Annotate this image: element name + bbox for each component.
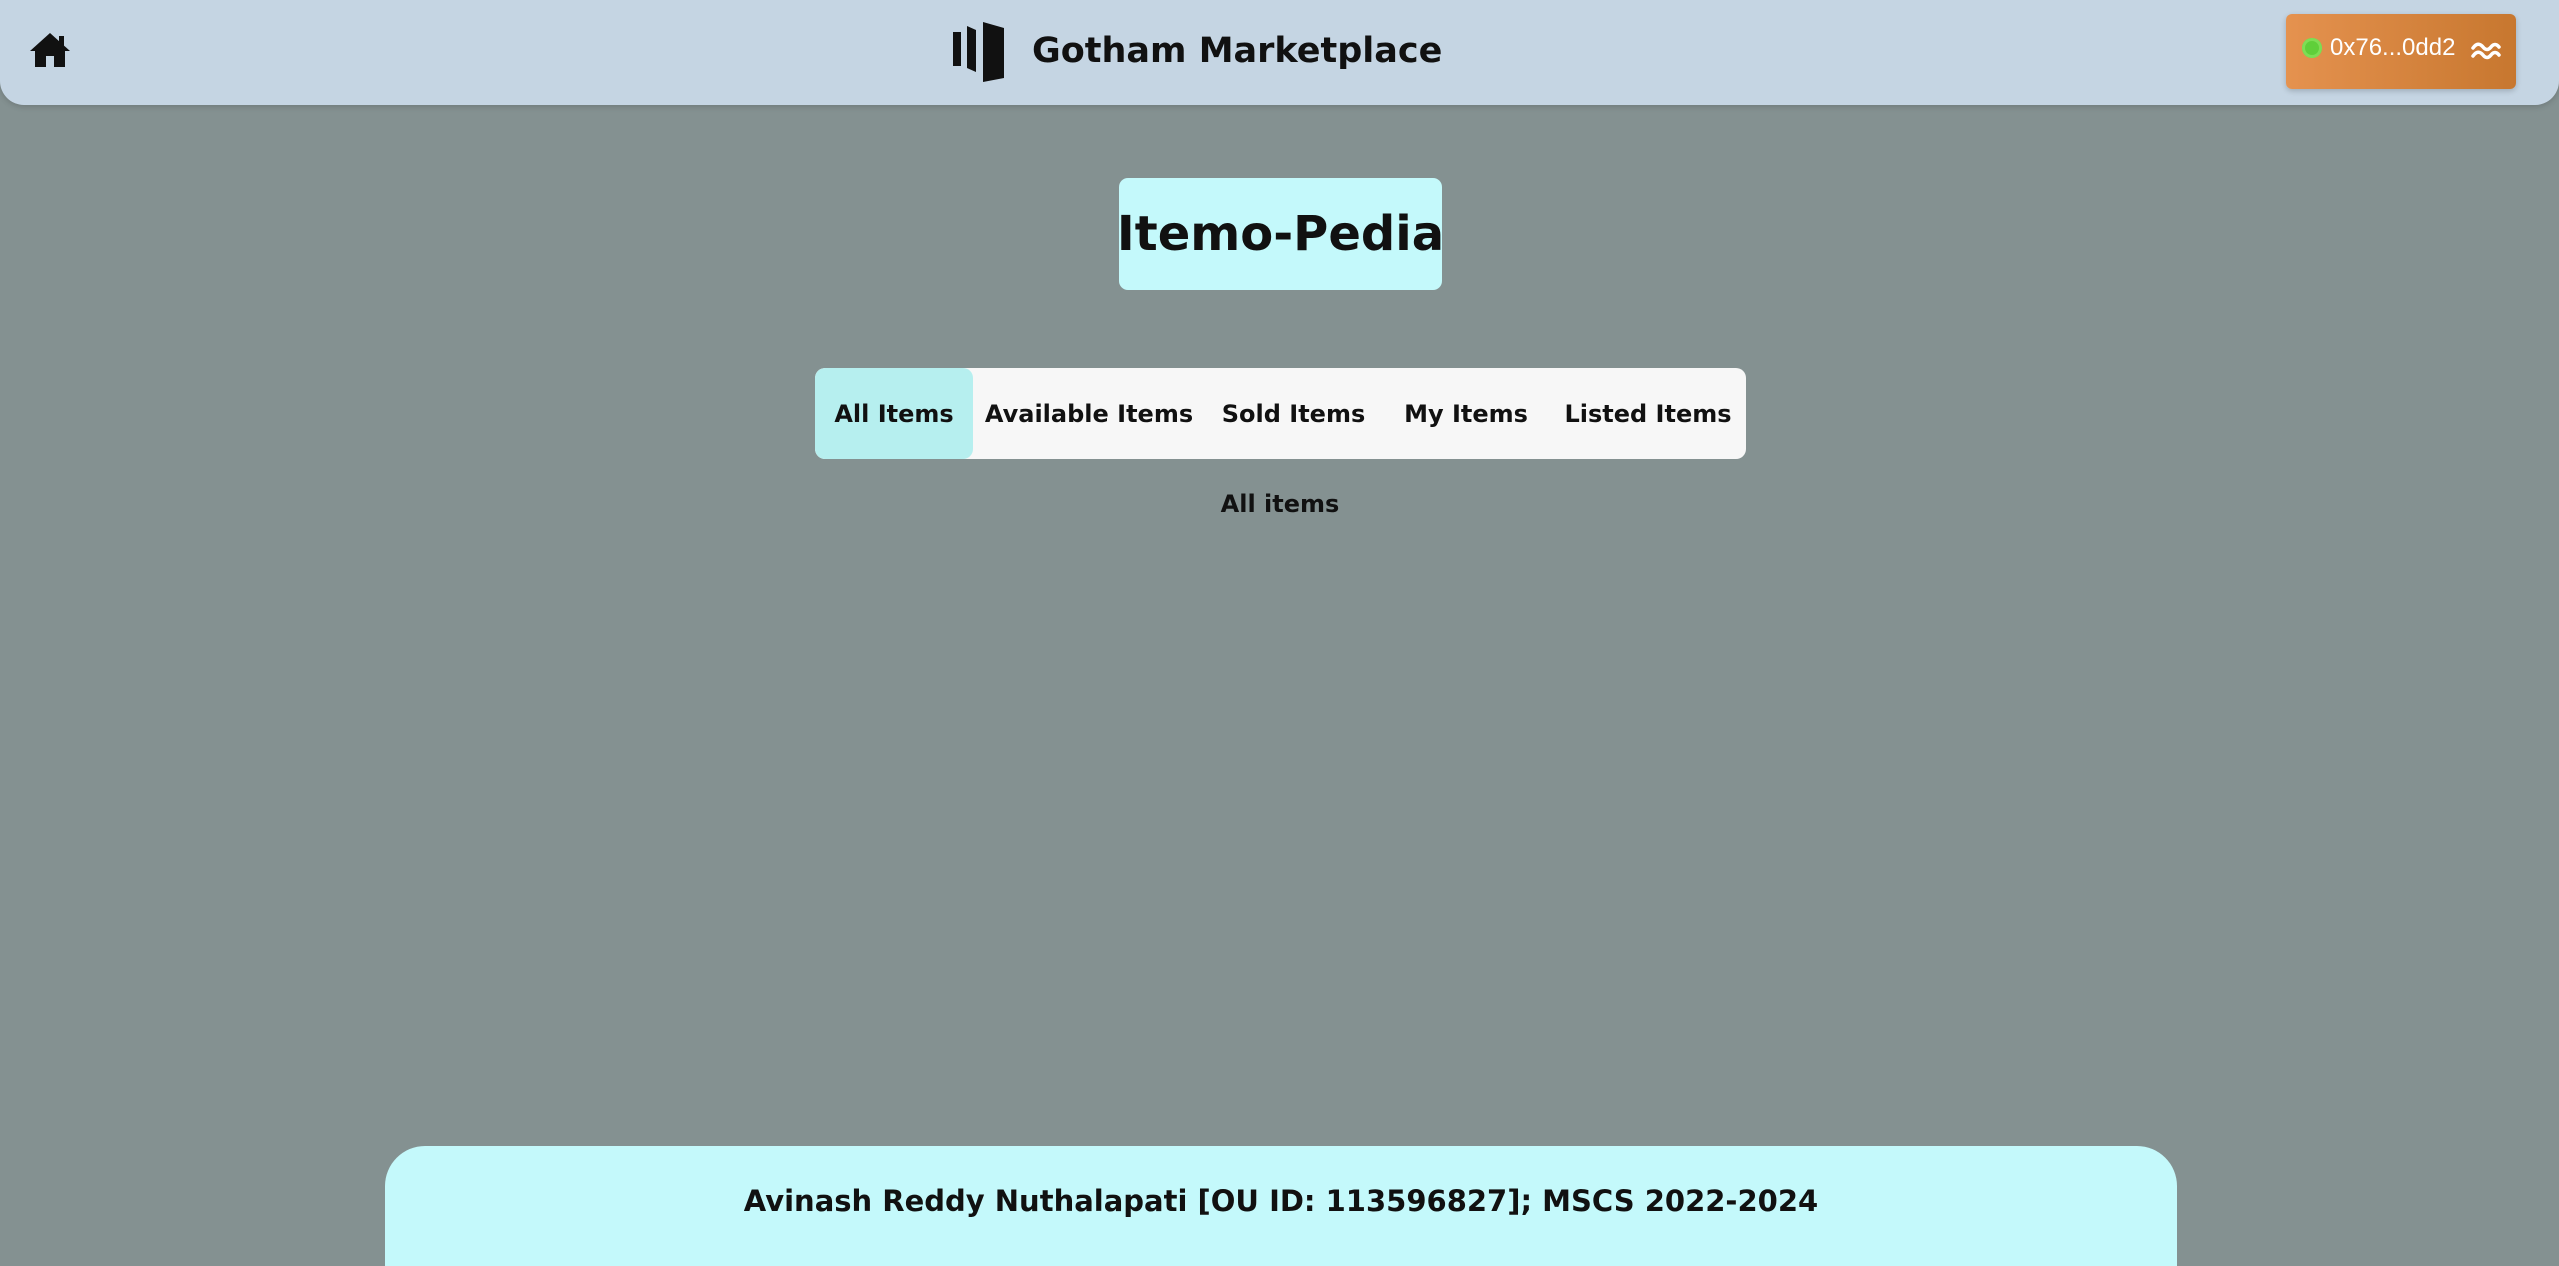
tab-listed-items[interactable]: Listed Items (1550, 368, 1746, 459)
tab-available-items[interactable]: Available Items (973, 368, 1205, 459)
brand[interactable]: Gotham Marketplace (950, 20, 1442, 82)
page-title-box: Itemo-Pedia (1116, 178, 1445, 290)
bars-logo-icon (950, 20, 1006, 82)
tab-all-items[interactable]: All Items (815, 368, 973, 459)
home-icon (30, 33, 70, 67)
item-filter-tabs: All Items Available Items Sold Items My … (815, 368, 1746, 459)
section-heading: All items (1220, 490, 1340, 518)
tab-my-items[interactable]: My Items (1382, 368, 1550, 459)
wave-icon (2471, 42, 2501, 60)
tab-sold-items[interactable]: Sold Items (1205, 368, 1382, 459)
connected-status-icon (2302, 38, 2322, 58)
footer: Avinash Reddy Nuthalapati [OU ID: 113596… (385, 1146, 2177, 1266)
wallet-address: 0x76...0dd2 (2330, 34, 2456, 61)
page-title: Itemo-Pedia (1116, 206, 1445, 262)
wallet-button[interactable]: 0x76...0dd2 (2286, 14, 2516, 89)
home-button[interactable] (26, 28, 74, 72)
top-navbar: Gotham Marketplace 0x76...0dd2 (0, 0, 2559, 105)
footer-credits: Avinash Reddy Nuthalapati [OU ID: 113596… (743, 1184, 1819, 1218)
app-title: Gotham Marketplace (1032, 31, 1443, 71)
